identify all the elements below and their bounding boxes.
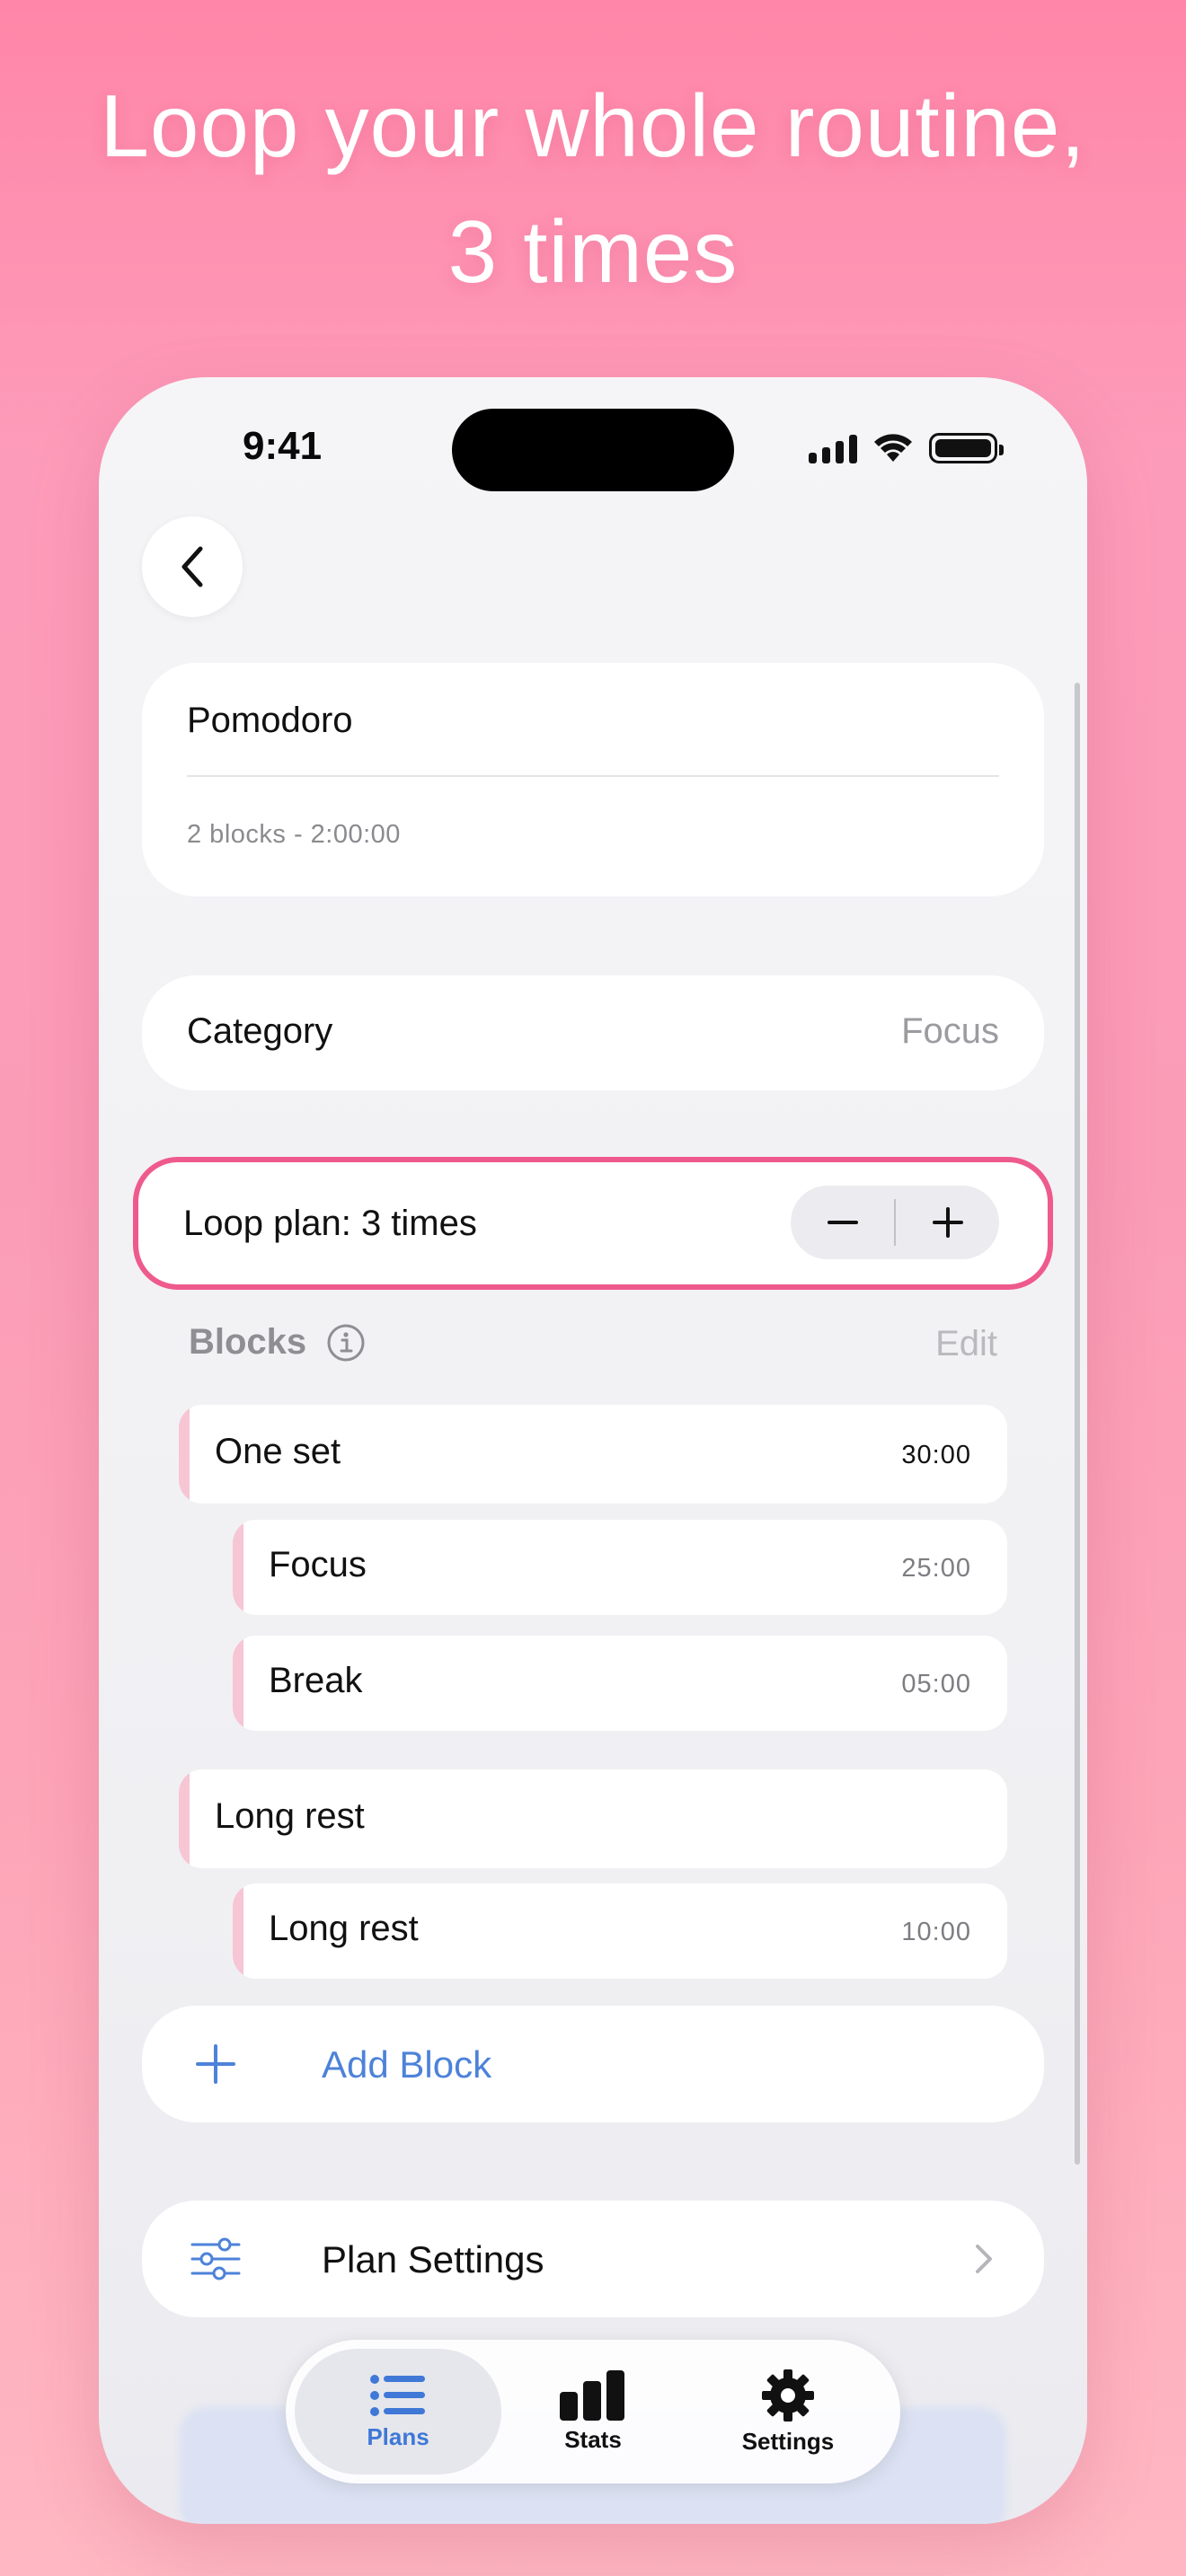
tab-stats[interactable]: Stats [490,2349,696,2475]
block-duration: 05:00 [901,1670,971,1698]
status-icons [809,433,1004,463]
block-accent [179,1769,190,1868]
gear-icon [762,2369,814,2422]
blocks-title: Blocks [189,1322,307,1362]
plan-summary: 2 blocks - 2:00:00 [187,820,401,849]
info-icon[interactable] [326,1323,366,1363]
wifi-icon [874,434,912,462]
category-label: Category [187,1011,333,1051]
plus-icon [196,2044,235,2084]
block-duration: 30:00 [901,1441,971,1469]
divider [187,775,999,777]
battery-icon [929,433,1004,463]
block-group-row[interactable]: One set 30:00 [179,1405,1007,1504]
phone-screen: 9:41 Pomodoro 2 blocks - 2:00:00 Categor… [99,377,1087,2524]
tab-plans[interactable]: Plans [295,2349,501,2475]
block-accent [233,1520,243,1615]
blocks-header: Blocks [189,1322,366,1363]
plan-header-card: Pomodoro 2 blocks - 2:00:00 [142,663,1044,896]
headline-line-2: 3 times [447,202,739,301]
increment-button[interactable] [896,1186,999,1259]
plan-settings-row[interactable]: Plan Settings [142,2201,1044,2317]
block-name: Long rest [269,1909,419,1948]
tab-label: Stats [564,2425,622,2453]
loop-stepper [791,1186,999,1259]
headline-line-1: Loop your whole routine, [100,76,1086,175]
tab-label: Settings [741,2427,835,2455]
tab-bar: Plans Stats Settings [286,2340,900,2483]
headline: Loop your whole routine, 3 times [0,63,1186,314]
block-accent [233,1883,243,1979]
block-name: Long rest [215,1796,365,1836]
loop-plan-row: Loop plan: 3 times [133,1157,1053,1290]
decrement-button[interactable] [791,1186,894,1259]
status-time: 9:41 [243,424,323,468]
cellular-signal-icon [809,433,857,463]
block-child-row[interactable]: Long rest 10:00 [233,1883,1007,1979]
back-button[interactable] [142,516,243,617]
tab-label: Plans [367,2422,429,2450]
category-value: Focus [901,1011,999,1051]
block-child-row[interactable]: Focus 25:00 [233,1520,1007,1615]
block-duration: 25:00 [901,1554,971,1583]
block-accent [233,1636,243,1731]
block-accent [179,1405,190,1504]
dynamic-island [452,409,734,491]
block-name: One set [215,1432,341,1471]
tab-settings[interactable]: Settings [685,2349,891,2475]
list-icon [370,2374,425,2416]
blocks-edit-button[interactable]: Edit [935,1324,997,1364]
block-duration: 10:00 [901,1918,971,1946]
minus-icon [827,1221,858,1224]
add-block-button[interactable]: Add Block [142,2006,1044,2122]
category-row[interactable]: Category Focus [142,975,1044,1090]
chevron-right-icon [976,2245,992,2273]
bar-chart-icon [560,2369,624,2421]
add-block-label: Add Block [322,2043,492,2086]
sliders-icon [190,2237,241,2280]
block-name: Break [269,1661,363,1700]
block-child-row[interactable]: Break 05:00 [233,1636,1007,1731]
chevron-left-icon [181,546,203,587]
loop-plan-label: Loop plan: 3 times [183,1204,477,1243]
block-name: Focus [269,1545,367,1584]
plan-settings-label: Plan Settings [322,2238,544,2280]
scrollbar[interactable] [1075,683,1080,2165]
plus-icon [932,1207,963,1238]
block-group-row[interactable]: Long rest [179,1769,1007,1868]
plan-title[interactable]: Pomodoro [187,701,353,741]
